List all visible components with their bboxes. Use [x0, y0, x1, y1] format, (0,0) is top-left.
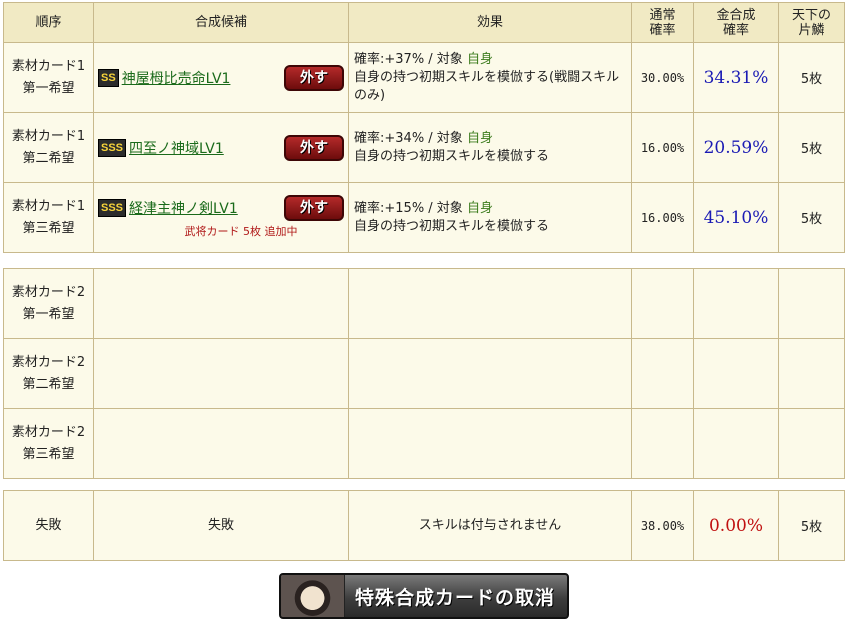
gold-rate: 20.59%: [693, 112, 779, 183]
scale-count: [778, 268, 845, 339]
added-cards-note: 武将カード 5枚 追加中: [184, 224, 298, 238]
row-candidate: [93, 408, 349, 479]
gold-rate: [693, 338, 779, 409]
row-candidate: SSS 経津主神ノ剣LV1 外す 武将カード 5枚 追加中: [93, 182, 349, 253]
header-scale: 天下の 片鱗: [778, 2, 845, 43]
table-row: 素材カード1 第二希望 SSS 四至ノ神域LV1 外す 確率:+34% / 対象 自身…: [3, 112, 845, 183]
rank-badge: SS: [98, 68, 119, 87]
failure-gold-rate: 0.00%: [693, 490, 779, 561]
normal-rate: 16.00%: [631, 182, 694, 253]
header-scale-text: 天下の 片鱗: [791, 7, 831, 38]
normal-rate: 16.00%: [631, 112, 694, 183]
row-candidate: [93, 268, 349, 339]
order-line1: 素材カード1: [11, 128, 86, 144]
rank-badge: SSS: [98, 138, 127, 157]
remove-button[interactable]: 外す: [284, 134, 344, 161]
candidate-link[interactable]: 四至ノ神域LV1: [129, 138, 284, 158]
effect-desc: 自身の持つ初期スキルを模倣する: [354, 148, 550, 164]
row-candidate: SS 神屋栂比売命LV1 外す: [93, 42, 349, 113]
candidates-table-1: 順序 合成候補 効果 通常 確率 金合成 確率 天下の 片鱗 素材カード1 第一希…: [3, 2, 845, 253]
failure-scale: 5枚: [778, 490, 845, 561]
remove-button[interactable]: 外す: [284, 194, 344, 221]
header-gold-rate-text: 金合成 確率: [716, 7, 756, 38]
normal-rate: [631, 338, 694, 409]
effect-desc: 自身の持つ初期スキルを模倣する(戦闘スキルのみ): [354, 69, 620, 103]
gold-rate: 34.31%: [693, 42, 779, 113]
row-order: 素材カード1 第三希望: [3, 182, 94, 253]
cancel-button-label: 特殊合成カードの取消: [355, 586, 556, 609]
scale-count: [778, 338, 845, 409]
order-line2: 第二希望: [22, 150, 75, 166]
order-line2: 第一希望: [22, 306, 75, 322]
row-effect: 確率:+34% / 対象 自身自身の持つ初期スキルを模倣する: [348, 112, 632, 183]
table-row: 素材カード2 第三希望: [3, 408, 845, 479]
effect-prefix: 確率:+34% / 対象: [354, 130, 463, 146]
candidate-link[interactable]: 神屋栂比売命LV1: [122, 68, 284, 88]
order-line1: 素材カード1: [11, 198, 86, 214]
effect-prefix: 確率:+15% / 対象: [354, 200, 463, 216]
header-normal-rate: 通常 確率: [631, 2, 694, 43]
gold-rate: 45.10%: [693, 182, 779, 253]
scale-count: 5枚: [778, 182, 845, 253]
failure-row: 失敗 失敗 スキルは付与されません 38.00% 0.00% 5枚: [3, 490, 845, 561]
rank-badge: SSS: [98, 198, 127, 217]
row-order: 素材カード2 第三希望: [3, 408, 94, 479]
effect-target: 自身: [466, 200, 493, 216]
normal-rate: [631, 268, 694, 339]
failure-effect: スキルは付与されません: [348, 490, 632, 561]
failure-normal-rate: 38.00%: [631, 490, 694, 561]
order-line1: 素材カード2: [11, 424, 86, 440]
scale-count: 5枚: [778, 112, 845, 183]
header-gold-rate: 金合成 確率: [693, 2, 779, 43]
order-line1: 素材カード2: [11, 284, 86, 300]
order-line2: 第一希望: [22, 80, 75, 96]
row-effect: [348, 408, 632, 479]
header-normal-rate-text: 通常 確率: [649, 7, 676, 38]
gold-rate: [693, 408, 779, 479]
normal-rate: 30.00%: [631, 42, 694, 113]
row-order: 素材カード2 第一希望: [3, 268, 94, 339]
header-order: 順序: [3, 2, 94, 43]
scale-count: 5枚: [778, 42, 845, 113]
candidate-link[interactable]: 経津主神ノ剣LV1: [129, 198, 284, 218]
row-order: 素材カード1 第一希望: [3, 42, 94, 113]
gold-rate: [693, 268, 779, 339]
order-line2: 第三希望: [22, 446, 75, 462]
failure-order: 失敗: [3, 490, 94, 561]
effect-prefix: 確率:+37% / 対象: [354, 51, 463, 67]
table-row: 素材カード2 第二希望: [3, 338, 845, 409]
table-row: 素材カード1 第一希望 SS 神屋栂比売命LV1 外す 確率:+37% / 対象 自身…: [3, 42, 845, 113]
order-line2: 第三希望: [22, 220, 75, 236]
candidates-table-2: 素材カード2 第一希望 素材カード2 第二希望 素材カード2 第三希望: [3, 268, 845, 479]
remove-button[interactable]: 外す: [284, 64, 344, 91]
scale-count: [778, 408, 845, 479]
effect-target: 自身: [466, 130, 493, 146]
order-line1: 素材カード1: [11, 58, 86, 74]
row-effect: [348, 268, 632, 339]
row-candidate: [93, 338, 349, 409]
row-order: 素材カード1 第二希望: [3, 112, 94, 183]
header-candidate: 合成候補: [93, 2, 349, 43]
table-row: 素材カード1 第三希望 SSS 経津主神ノ剣LV1 外す 武将カード 5枚 追加中 確…: [3, 182, 845, 253]
order-line1: 素材カード2: [11, 354, 86, 370]
effect-target: 自身: [466, 51, 493, 67]
row-effect: 確率:+15% / 対象 自身自身の持つ初期スキルを模倣する: [348, 182, 632, 253]
character-portrait-icon: [281, 575, 345, 617]
row-effect: 確率:+37% / 対象 自身自身の持つ初期スキルを模倣する(戦闘スキルのみ): [348, 42, 632, 113]
normal-rate: [631, 408, 694, 479]
table-row: 素材カード2 第一希望: [3, 268, 845, 339]
effect-desc: 自身の持つ初期スキルを模倣する: [354, 218, 550, 234]
failure-table: 失敗 失敗 スキルは付与されません 38.00% 0.00% 5枚: [3, 490, 845, 561]
header-effect: 効果: [348, 2, 632, 43]
cancel-special-synthesis-button[interactable]: 特殊合成カードの取消: [279, 573, 569, 619]
row-effect: [348, 338, 632, 409]
row-candidate: SSS 四至ノ神域LV1 外す: [93, 112, 349, 183]
failure-candidate: 失敗: [93, 490, 349, 561]
row-order: 素材カード2 第二希望: [3, 338, 94, 409]
order-line2: 第二希望: [22, 376, 75, 392]
table-header: 順序 合成候補 効果 通常 確率 金合成 確率 天下の 片鱗: [3, 2, 845, 43]
